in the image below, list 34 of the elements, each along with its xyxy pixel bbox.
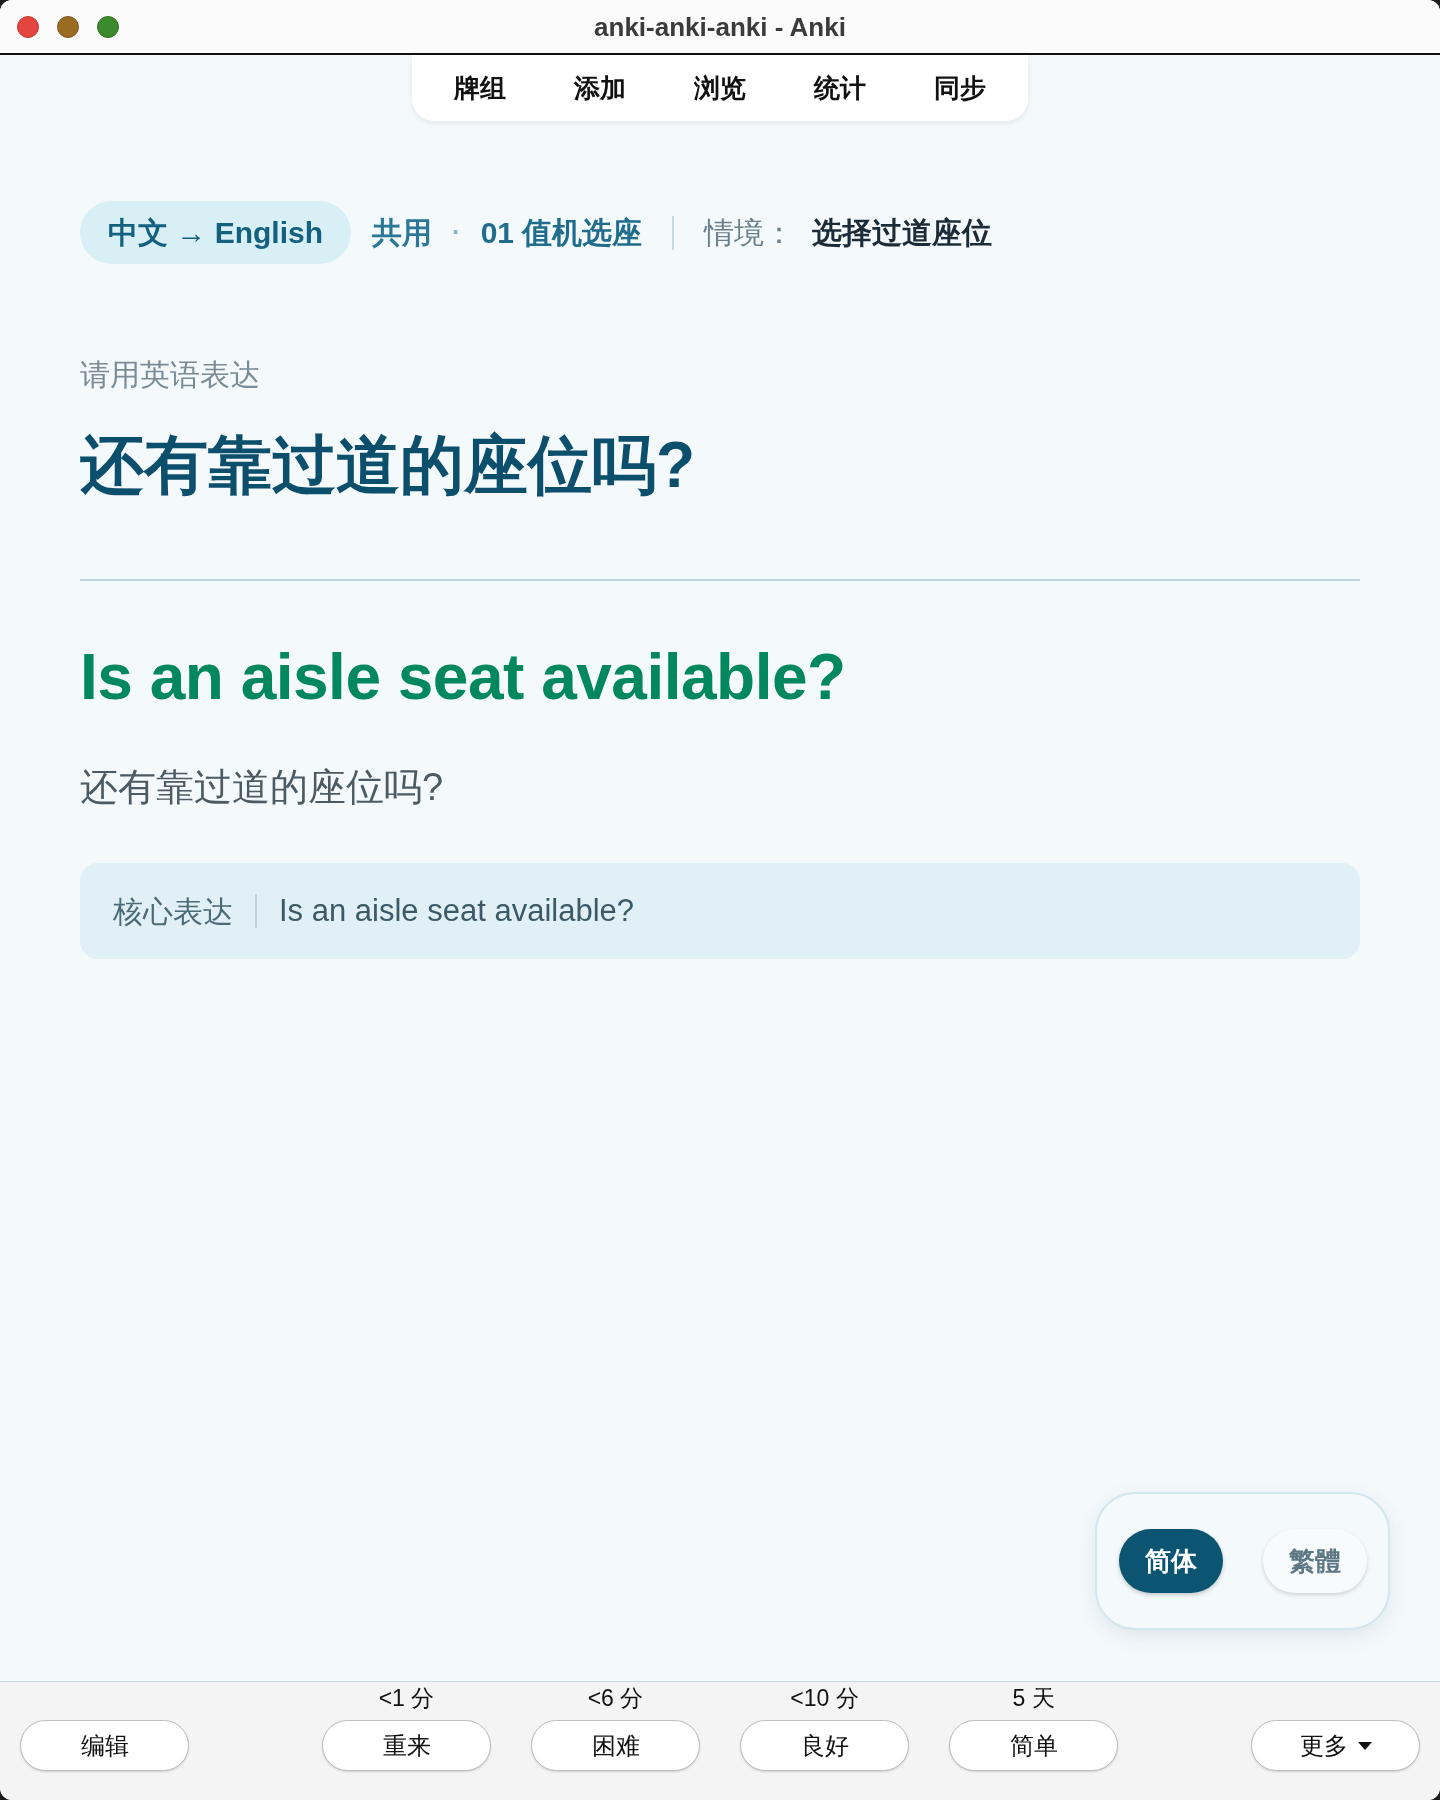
nav-tab[interactable]: 统计 [814,75,866,101]
minimize-window-button[interactable] [57,15,79,38]
answer-button[interactable]: 困难 [531,1720,700,1771]
zoom-window-button[interactable] [97,15,119,38]
scene-label: 情境： [704,215,795,251]
interval-label: <1 分 [378,1687,435,1710]
core-expression-label: 核心表达 [113,893,233,930]
scene-name: 选择过道座位 [812,215,993,251]
edit-button[interactable]: 编辑 [20,1720,189,1771]
interval-label: <6 分 [587,1687,644,1710]
interval-label: 5 天 [1012,1687,1055,1710]
core-expression-text: Is an aisle seat available? [279,891,634,930]
script-option[interactable]: 繁體 [1263,1529,1367,1593]
language-direction-badge: 中文 → English [80,201,351,264]
answer-heading: Is an aisle seat available? [80,645,846,709]
more-button[interactable]: 更多 [1251,1720,1420,1771]
lesson-title: 01 值机选座 [480,215,643,251]
nav-tab[interactable]: 同步 [934,75,986,101]
script-option[interactable]: 简体 [1119,1529,1223,1593]
close-window-button[interactable] [17,15,39,38]
deck-name: 共用 [372,215,432,251]
nav-tab[interactable]: 添加 [574,75,626,101]
interval-label: <10 分 [790,1687,859,1710]
nav-tab[interactable]: 牌组 [454,75,506,101]
answer-translation: 还有靠过道的座位吗? [80,768,444,806]
answer-button[interactable]: 良好 [740,1720,909,1771]
separator-dot: · [452,216,461,249]
answer-button[interactable]: 重来 [322,1720,491,1771]
question-heading: 还有靠过道的座位吗? [80,433,696,497]
window-title: anki-anki-anki - Anki [594,13,846,40]
instruction-text: 请用英语表达 [80,360,260,390]
answer-button[interactable]: 简单 [949,1720,1118,1771]
nav-tab[interactable]: 浏览 [694,75,746,101]
caret-down-icon [1357,1741,1372,1750]
